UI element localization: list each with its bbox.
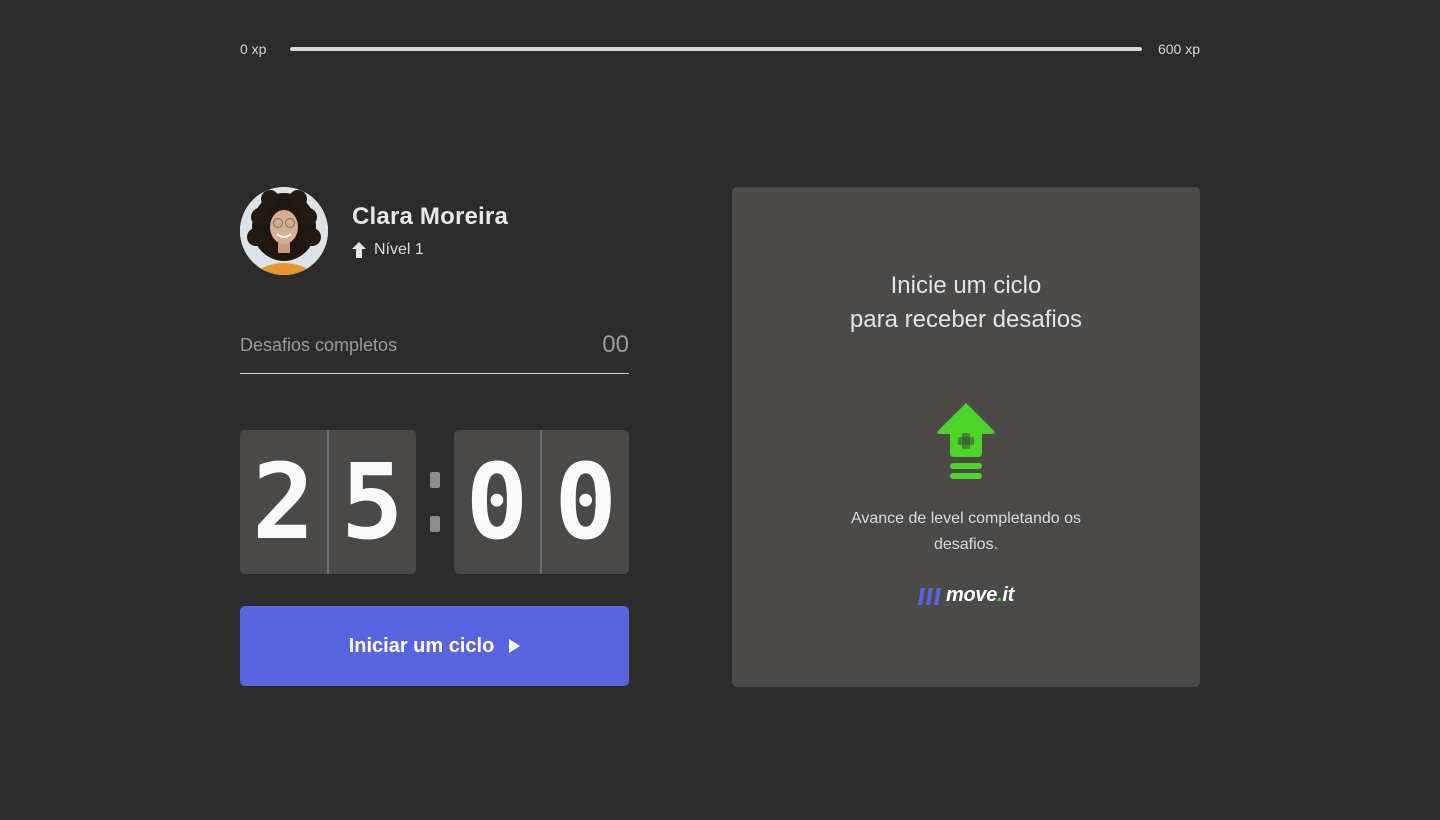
challenge-box-text: Avance de level completando os desafios. bbox=[850, 510, 1082, 553]
moveit-logo-text: move.it bbox=[946, 584, 1014, 606]
left-column: Clara Moreira Nível 1 Desafios completos… bbox=[240, 187, 629, 686]
start-cycle-label: Iniciar um ciclo bbox=[348, 634, 495, 657]
xp-progress-track bbox=[290, 47, 1142, 51]
countdown-separator bbox=[416, 472, 454, 532]
profile-name: Clara Moreira bbox=[352, 203, 508, 230]
completed-challenges-label: Desafios completos bbox=[240, 335, 398, 355]
moveit-logo: move.it bbox=[918, 584, 1014, 607]
second-ones-digit: 0 bbox=[540, 430, 629, 574]
level-up-icon bbox=[936, 401, 996, 488]
minute-tens-digit: 2 bbox=[252, 441, 315, 563]
xp-min-label: 0 xp bbox=[240, 41, 267, 57]
experience-bar: 0 xp 600 xp bbox=[240, 38, 1200, 60]
completed-challenges-count: 00 bbox=[602, 331, 629, 358]
countdown: 2 5 0 0 bbox=[240, 430, 629, 574]
minute-ones-digit: 5 bbox=[326, 430, 416, 574]
play-icon bbox=[508, 639, 521, 653]
second-tens-digit: 0 bbox=[465, 441, 529, 563]
completed-challenges: Desafios completos 00 bbox=[240, 331, 629, 374]
challenge-box-title: Inicie um ciclo para receber desafios bbox=[849, 272, 1083, 333]
profile: Clara Moreira Nível 1 bbox=[240, 187, 629, 275]
avatar bbox=[240, 187, 328, 275]
level-arrow-icon bbox=[352, 242, 366, 258]
profile-info: Clara Moreira Nível 1 bbox=[352, 203, 508, 259]
moveit-logo-mark-icon bbox=[918, 586, 942, 606]
start-cycle-button[interactable]: Iniciar um ciclo bbox=[240, 606, 629, 686]
challenge-box: Inicie um ciclo para receber desafios Av… bbox=[732, 187, 1200, 687]
seconds-display: 0 0 bbox=[453, 430, 629, 574]
xp-max-label: 600 xp bbox=[1157, 41, 1200, 57]
profile-level: Nível 1 bbox=[352, 241, 508, 259]
minutes-display: 2 5 bbox=[240, 430, 416, 574]
level-label: Nível 1 bbox=[374, 241, 424, 258]
